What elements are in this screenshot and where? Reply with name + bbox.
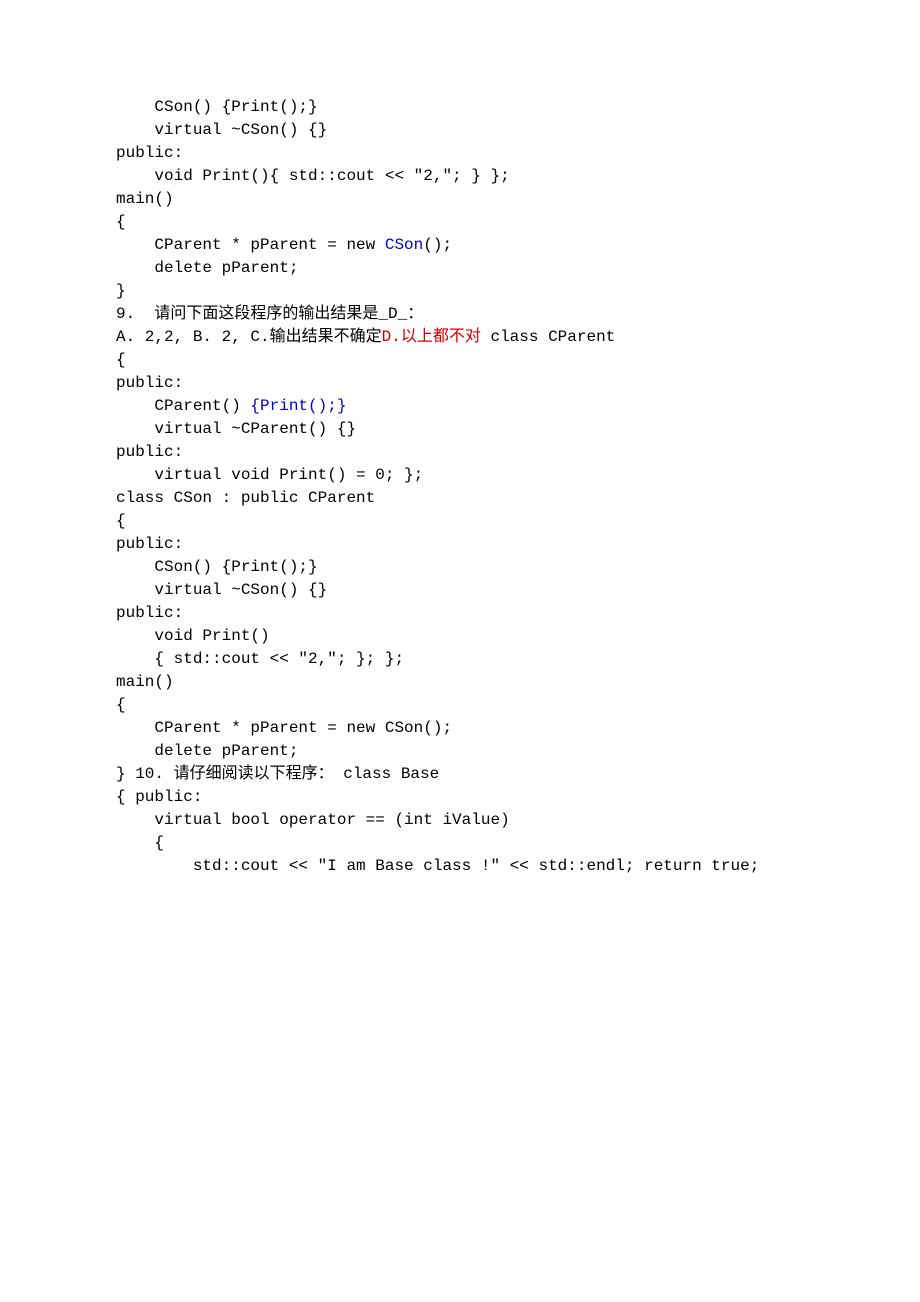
code-line: virtual ~CSon() {} bbox=[0, 579, 920, 602]
code-line: std::cout << "I am Base class !" << std:… bbox=[0, 855, 920, 878]
code-text: virtual bool operator == (int iValue) bbox=[116, 811, 510, 829]
code-text: class CParent bbox=[481, 328, 615, 346]
code-line: { bbox=[0, 349, 920, 372]
code-line: main() bbox=[0, 671, 920, 694]
code-line: CParent * pParent = new CSon(); bbox=[0, 234, 920, 257]
code-line: CSon() {Print();} bbox=[0, 556, 920, 579]
code-line: { bbox=[0, 694, 920, 717]
code-text: CSon() {Print();} bbox=[116, 98, 318, 116]
code-text: void Print(){ std::cout << "2,"; } }; bbox=[116, 167, 510, 185]
code-text: main() bbox=[116, 190, 174, 208]
code-line: main() bbox=[0, 188, 920, 211]
code-text: public: bbox=[116, 144, 183, 162]
code-text: A. 2,2, B. 2, C.输出结果不确定 bbox=[116, 328, 382, 346]
code-line: 9. 请问下面这段程序的输出结果是_D_： bbox=[0, 303, 920, 326]
code-line: } 10. 请仔细阅读以下程序： class Base bbox=[0, 763, 920, 786]
code-text: { std::cout << "2,"; }; }; bbox=[116, 650, 404, 668]
code-text: delete pParent; bbox=[116, 259, 298, 277]
code-text: { bbox=[116, 834, 164, 852]
code-text: std::cout << "I am Base class !" << std:… bbox=[116, 857, 759, 875]
code-text: virtual void Print() = 0; }; bbox=[116, 466, 423, 484]
code-line: void Print() bbox=[0, 625, 920, 648]
code-text: CParent() bbox=[116, 397, 250, 415]
code-text: CSon() {Print();} bbox=[116, 558, 318, 576]
code-text: } bbox=[116, 282, 126, 300]
code-line: { public: bbox=[0, 786, 920, 809]
code-text: class CSon : public CParent bbox=[116, 489, 375, 507]
code-text: delete pParent; bbox=[116, 742, 298, 760]
code-line: virtual void Print() = 0; }; bbox=[0, 464, 920, 487]
code-line: CSon() {Print();} bbox=[0, 96, 920, 119]
code-text: CParent * pParent = new bbox=[116, 236, 385, 254]
code-text: public: bbox=[116, 374, 183, 392]
code-text: public: bbox=[116, 604, 183, 622]
code-line: public: bbox=[0, 602, 920, 625]
code-line: { bbox=[0, 510, 920, 533]
code-text: { bbox=[116, 351, 126, 369]
code-line: { bbox=[0, 832, 920, 855]
code-text: CSon bbox=[385, 236, 423, 254]
code-line: { bbox=[0, 211, 920, 234]
code-text: main() bbox=[116, 673, 174, 691]
code-line: CParent() {Print();} bbox=[0, 395, 920, 418]
code-line: delete pParent; bbox=[0, 740, 920, 763]
code-text: { bbox=[116, 512, 126, 530]
code-text: { bbox=[116, 213, 126, 231]
code-text: {Print();} bbox=[250, 397, 346, 415]
code-text: 9. 请问下面这段程序的输出结果是_D_： bbox=[116, 305, 423, 323]
code-text: } 10. 请仔细阅读以下程序： class Base bbox=[116, 765, 439, 783]
code-text: public: bbox=[116, 443, 183, 461]
code-text: CParent * pParent = new CSon(); bbox=[116, 719, 452, 737]
code-line: { std::cout << "2,"; }; }; bbox=[0, 648, 920, 671]
code-line: public: bbox=[0, 142, 920, 165]
code-line: CParent * pParent = new CSon(); bbox=[0, 717, 920, 740]
code-text: virtual ~CSon() {} bbox=[116, 581, 327, 599]
code-line: public: bbox=[0, 372, 920, 395]
code-line: public: bbox=[0, 441, 920, 464]
code-line: void Print(){ std::cout << "2,"; } }; bbox=[0, 165, 920, 188]
document-page: CSon() {Print();} virtual ~CSon() {} publ… bbox=[0, 0, 920, 1302]
code-line: delete pParent; bbox=[0, 257, 920, 280]
code-line: virtual ~CParent() {} bbox=[0, 418, 920, 441]
code-line: A. 2,2, B. 2, C.输出结果不确定D.以上都不对 class CPa… bbox=[0, 326, 920, 349]
code-line: virtual ~CSon() {} bbox=[0, 119, 920, 142]
code-line: class CSon : public CParent bbox=[0, 487, 920, 510]
code-text: virtual ~CSon() {} bbox=[116, 121, 327, 139]
code-text: void Print() bbox=[116, 627, 270, 645]
code-text: { public: bbox=[116, 788, 202, 806]
code-text: virtual ~CParent() {} bbox=[116, 420, 356, 438]
code-text: public: bbox=[116, 535, 183, 553]
code-text: D.以上都不对 bbox=[382, 328, 481, 346]
code-text: (); bbox=[423, 236, 452, 254]
code-line: virtual bool operator == (int iValue) bbox=[0, 809, 920, 832]
code-line: } bbox=[0, 280, 920, 303]
code-text: { bbox=[116, 696, 126, 714]
code-line: public: bbox=[0, 533, 920, 556]
